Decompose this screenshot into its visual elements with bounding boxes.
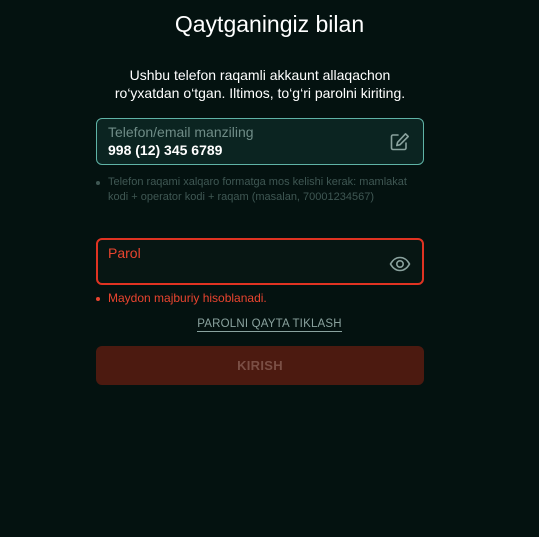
reset-password-row: PAROLNI QAYTA TIKLASH: [0, 317, 539, 332]
password-label: Parol: [108, 245, 141, 261]
reset-password-link[interactable]: PAROLNI QAYTA TIKLASH: [197, 318, 342, 332]
phone-email-input[interactable]: [108, 142, 368, 158]
login-button[interactable]: KIRISH: [96, 346, 424, 385]
page-subtitle: Ushbu telefon raqamli akkaunt allaqachon…: [114, 67, 406, 101]
hint-bullet: [96, 181, 100, 185]
phone-format-hint-text: Telefon raqami xalqaro formatga mos keli…: [108, 176, 407, 203]
phone-email-label: Telefon/email manziling: [108, 124, 254, 140]
phone-email-field[interactable]: Telefon/email manziling: [96, 118, 424, 165]
error-bullet: [96, 297, 100, 301]
phone-format-hint: Telefon raqami xalqaro formatga mos keli…: [96, 175, 416, 205]
password-error: Maydon majburiy hisoblanadi.: [96, 291, 416, 306]
password-error-text: Maydon majburiy hisoblanadi.: [108, 291, 267, 305]
login-page: Qaytganingiz bilan Ushbu telefon raqamli…: [0, 0, 539, 537]
page-title: Qaytganingiz bilan: [174, 11, 365, 37]
edit-icon[interactable]: [389, 132, 411, 152]
eye-icon[interactable]: [389, 254, 411, 274]
password-field[interactable]: Parol: [96, 238, 424, 285]
password-input[interactable]: [109, 263, 369, 279]
